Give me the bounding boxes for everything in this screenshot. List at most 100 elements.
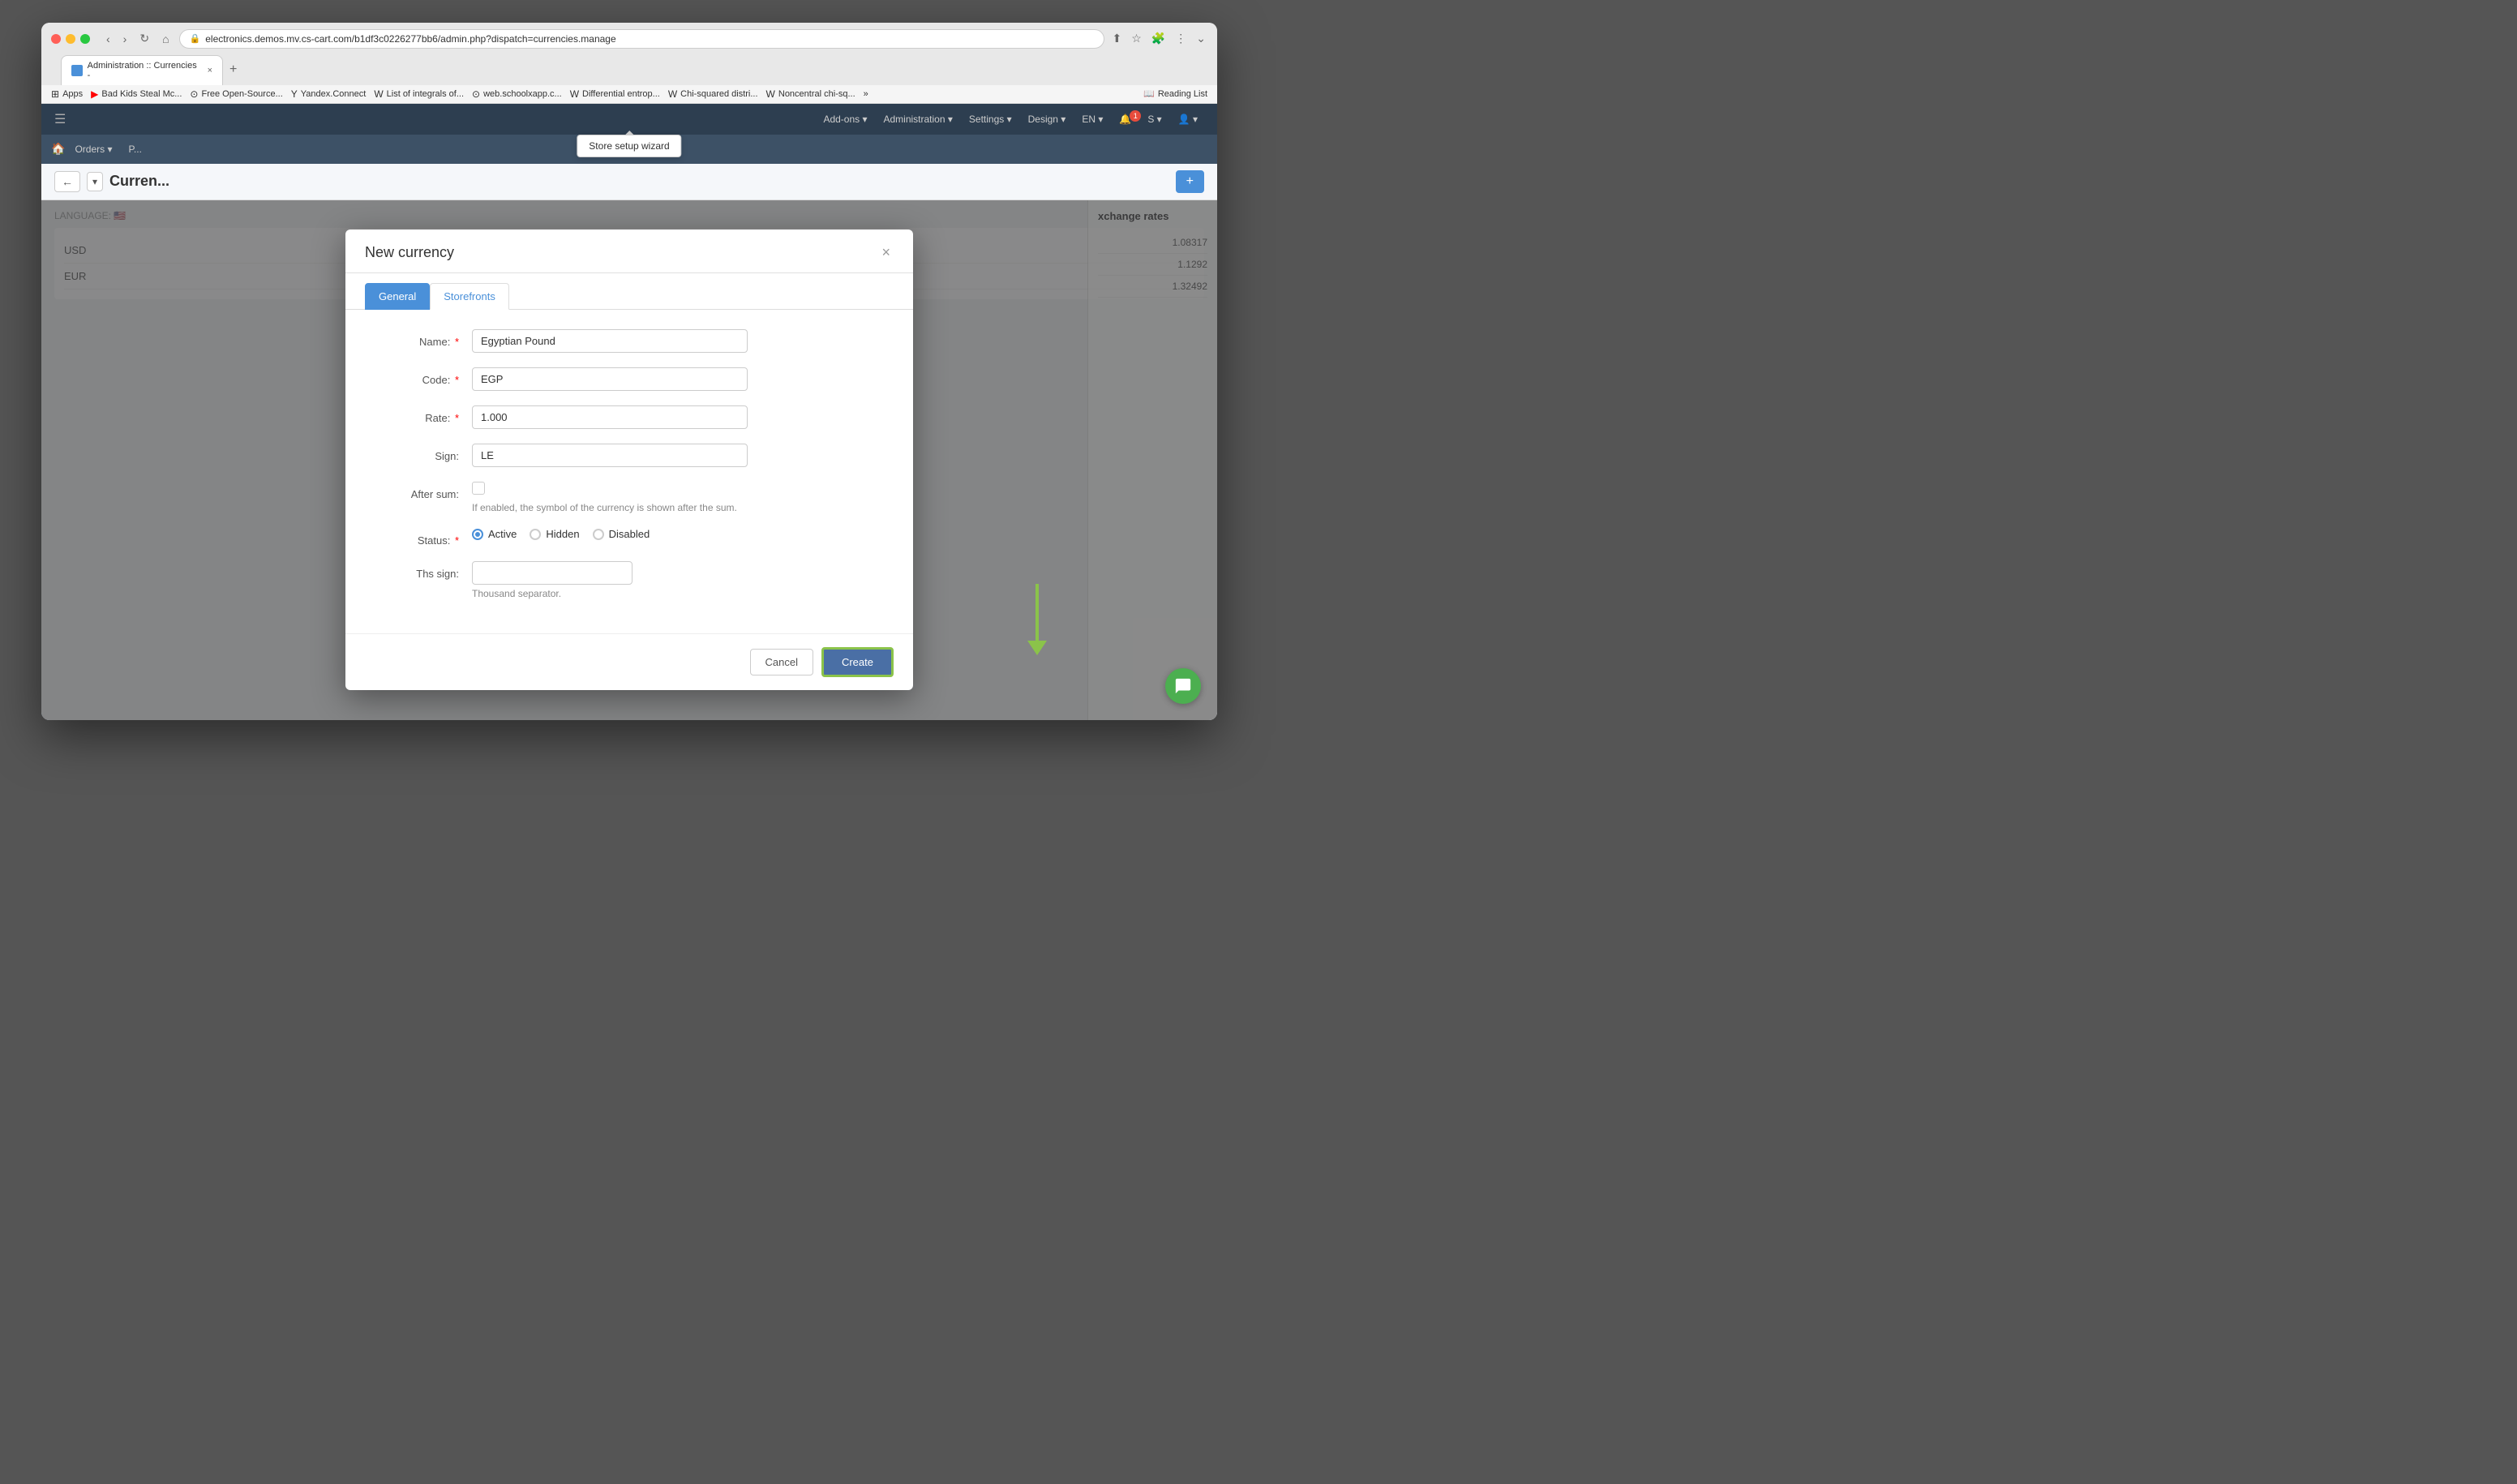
nav-orders[interactable]: Orders ▾ [68,135,118,164]
create-button[interactable]: Create [821,647,894,677]
status-active-option[interactable]: Active [472,528,517,540]
rate-input[interactable] [472,405,748,429]
home-nav-button[interactable]: 🏠 [51,142,65,156]
home-button[interactable]: ⌂ [159,31,172,47]
code-label: Code: * [378,367,459,386]
nav-settings[interactable]: Settings ▾ [963,114,1018,125]
bookmark-integrals[interactable]: W List of integrals of... [374,88,464,100]
nav-notifications[interactable]: 🔔 1 [1113,114,1138,125]
tab-general[interactable]: General [365,283,430,310]
lock-icon: 🔒 [190,33,201,44]
traffic-lights [51,34,90,44]
minimize-window-button[interactable] [66,34,75,44]
bookmark-yandex[interactable]: Y Yandex.Connect [291,88,367,100]
cancel-button[interactable]: Cancel [750,649,813,676]
modal-tabs: General Storefronts [345,273,913,310]
apps-icon: ⊞ [51,88,59,100]
tabs-bar: Administration :: Currencies - × + [51,55,1207,85]
menu-button[interactable]: ⋮ [1173,30,1188,47]
tab-close-button[interactable]: × [208,66,212,75]
form-row-name: Name: * [378,329,881,353]
reading-list-button[interactable]: 📖 Reading List [1143,88,1207,99]
form-row-ths-sign: Ths sign: Thousand separator. [378,561,881,599]
wiki-icon: W [374,88,383,100]
bookmark-noncentral-label: Noncentral chi-sq... [778,89,855,99]
radio-active[interactable] [472,529,483,540]
required-star-rate: * [455,412,459,424]
reload-button[interactable]: ↻ [136,30,152,47]
back-nav-button[interactable]: ← [54,171,80,192]
nav-products[interactable]: P... [122,135,148,164]
new-tab-button[interactable]: + [223,59,243,80]
bookmark-differential[interactable]: W Differential entrop... [570,88,660,100]
chi-icon: W [668,88,677,100]
radio-hidden[interactable] [530,529,541,540]
bookmarks-bar: ⊞ Apps ▶ Bad Kids Steal Mc... ⊙ Free Ope… [41,85,1217,104]
status-hidden-option[interactable]: Hidden [530,528,579,540]
reading-list-label: Reading List [1158,89,1207,99]
bookmark-bad-kids[interactable]: ▶ Bad Kids Steal Mc... [91,88,182,100]
after-sum-hint: If enabled, the symbol of the currency i… [472,502,737,513]
chat-icon [1174,677,1192,695]
after-sum-field: If enabled, the symbol of the currency i… [472,482,737,513]
sign-input[interactable] [472,444,748,467]
browser-actions: ⬆ ☆ 🧩 ⋮ ⌄ [1111,30,1207,47]
dropdown-nav-button[interactable]: ▾ [87,172,103,191]
status-label: Status: * [378,528,459,547]
bookmark-button[interactable]: ☆ [1130,30,1143,47]
extensions-button[interactable]: 🧩 [1150,30,1167,47]
nav-design[interactable]: Design ▾ [1022,114,1073,125]
nav-store[interactable]: S ▾ [1141,114,1168,125]
bookmark-chi[interactable]: W Chi-squared distri... [668,88,758,100]
address-bar[interactable]: 🔒 electronics.demos.mv.cs-cart.com/b1df3… [179,29,1104,49]
sidebar-toggle-icon[interactable]: ☰ [54,111,66,127]
webschool-icon: ⊙ [472,88,480,100]
required-star-code: * [455,374,459,386]
nav-user[interactable]: 👤 ▾ [1172,114,1204,125]
name-input[interactable] [472,329,748,353]
bookmark-chi-label: Chi-squared distri... [680,89,757,99]
bookmark-webschool[interactable]: ⊙ web.schoolxapp.c... [472,88,562,100]
forward-button[interactable]: › [120,31,131,47]
bookmark-free-open[interactable]: ⊙ Free Open-Source... [190,88,282,100]
page-title: Curren... [109,173,169,190]
form-row-rate: Rate: * [378,405,881,429]
form-row-code: Code: * [378,367,881,391]
wizard-tooltip[interactable]: Store setup wizard [577,135,681,157]
bookmark-more[interactable]: » [864,89,868,99]
ths-sign-input[interactable] [472,561,632,585]
bookmark-integrals-label: List of integrals of... [387,89,464,99]
status-disabled-option[interactable]: Disabled [593,528,650,540]
video-icon: ▶ [91,88,98,100]
close-window-button[interactable] [51,34,61,44]
maximize-window-button[interactable] [80,34,90,44]
form-row-sign: Sign: [378,444,881,467]
bookmark-yandex-label: Yandex.Connect [301,89,367,99]
arrow-indicator [1027,584,1047,655]
rate-label: Rate: * [378,405,459,424]
noncentral-icon: W [766,88,775,100]
tab-title: Administration :: Currencies - [88,61,199,80]
tab-favicon [71,65,83,76]
after-sum-checkbox[interactable] [472,482,485,495]
ths-sign-label: Ths sign: [378,561,459,580]
nav-addons[interactable]: Add-ons ▾ [817,114,873,125]
radio-disabled[interactable] [593,529,604,540]
modal-overlay: New currency × General Storefronts [41,200,1217,720]
code-input[interactable] [472,367,748,391]
ths-sign-hint: Thousand separator. [472,588,632,599]
bookmark-noncentral[interactable]: W Noncentral chi-sq... [766,88,855,100]
bookmark-free-open-label: Free Open-Source... [201,89,282,99]
chat-bubble-button[interactable] [1165,668,1201,704]
bookmark-apps[interactable]: ⊞ Apps [51,88,83,100]
nav-language[interactable]: EN ▾ [1075,114,1109,125]
tab-storefronts[interactable]: Storefronts [430,283,509,310]
back-button[interactable]: ‹ [103,31,114,47]
add-currency-button[interactable]: + [1176,170,1204,193]
nav-administration[interactable]: Administration ▾ [877,114,959,125]
expand-button[interactable]: ⌄ [1194,30,1207,47]
active-tab[interactable]: Administration :: Currencies - × [61,55,223,85]
share-button[interactable]: ⬆ [1111,30,1124,47]
modal-header: New currency × [345,229,913,273]
modal-close-button[interactable]: × [878,244,894,261]
